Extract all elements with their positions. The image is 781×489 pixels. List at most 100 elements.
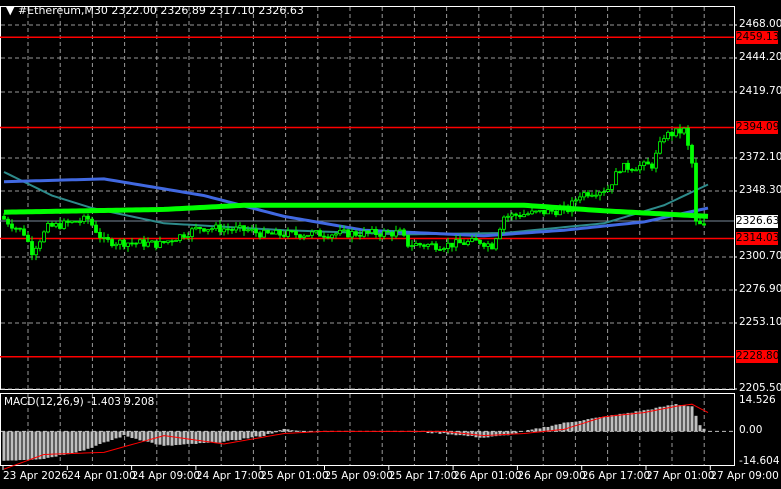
macd-histogram-bar	[666, 405, 670, 432]
symbol-label: #Ethereum,M30	[17, 4, 108, 17]
candle-body	[274, 230, 278, 235]
candle-body	[430, 243, 434, 246]
candle-body	[306, 234, 310, 237]
candle-body	[58, 223, 62, 229]
level-price-tag: 2228.80	[736, 350, 780, 364]
candle-body	[150, 240, 154, 243]
candle-body	[406, 234, 410, 247]
candle-body	[390, 231, 394, 237]
time-axis-label: 25 Apr 01:00	[260, 470, 329, 482]
ohlc-open: 2322.00	[111, 4, 157, 17]
candle-body	[214, 224, 218, 230]
macd-histogram-bar	[530, 429, 534, 432]
candle-body	[630, 169, 634, 171]
candle-body	[414, 243, 418, 246]
candle-body	[606, 189, 610, 192]
macd-histogram-bar	[106, 431, 110, 442]
candle-body	[622, 162, 626, 173]
candle-body	[310, 231, 314, 236]
macd-histogram-bar	[526, 429, 530, 432]
candle-body	[398, 229, 402, 232]
price-axis-label: 2468.00	[739, 18, 781, 30]
candle-body	[102, 237, 106, 239]
candle-body	[614, 171, 618, 186]
candle-body	[342, 229, 346, 232]
candle-body	[82, 215, 86, 222]
macd-histogram-bar	[78, 431, 82, 451]
macd-histogram-bar	[234, 431, 238, 441]
macd-histogram-bar	[266, 431, 270, 434]
candle-body	[158, 240, 162, 248]
candle-body	[374, 229, 378, 236]
candle-body	[242, 225, 246, 231]
macd-axis-label: 0.00	[739, 424, 763, 437]
macd-histogram-bar	[50, 431, 54, 458]
candle-body	[66, 220, 70, 223]
candle-body	[674, 128, 678, 137]
candle-body	[698, 220, 702, 225]
macd-histogram-bar	[194, 431, 198, 444]
macd-histogram-bar	[578, 420, 582, 432]
candle-body	[42, 231, 46, 243]
chart-canvas[interactable]	[0, 0, 781, 489]
candle-body	[350, 231, 354, 238]
macd-histogram-bar	[582, 420, 586, 432]
candle-body	[54, 223, 58, 227]
candle-body	[30, 241, 34, 256]
macd-histogram-bar	[210, 431, 214, 443]
time-axis-label: 27 Apr 01:00	[646, 470, 715, 482]
candle-body	[522, 214, 526, 218]
macd-histogram-bar	[682, 405, 686, 432]
candle-body	[50, 223, 54, 227]
candle-body	[98, 232, 102, 239]
macd-histogram-bar	[94, 431, 98, 446]
candle-body	[594, 194, 598, 197]
candle-body	[462, 242, 466, 245]
candle-body	[510, 213, 514, 217]
candle-body	[434, 243, 438, 250]
macd-histogram-bar	[566, 422, 570, 432]
candle-body	[422, 244, 426, 247]
candle-body	[114, 243, 118, 247]
macd-histogram-bar	[254, 431, 258, 437]
candle-body	[10, 223, 14, 229]
time-axis-label: 26 Apr 01:00	[453, 470, 522, 482]
macd-histogram-bar	[294, 430, 298, 432]
candle-body	[554, 210, 558, 216]
candle-body	[370, 229, 374, 234]
candle-body	[654, 152, 658, 169]
candle-body	[474, 238, 478, 241]
candle-body	[362, 230, 366, 237]
macd-histogram-bar	[174, 431, 178, 446]
macd-histogram-bar	[470, 431, 474, 436]
macd-histogram-bar	[486, 431, 490, 438]
candle-body	[662, 138, 666, 143]
candle-body	[278, 230, 282, 236]
macd-histogram-bar	[10, 431, 14, 461]
macd-histogram-bar	[610, 415, 614, 432]
collapse-triangle-icon[interactable]: ▼	[6, 4, 14, 17]
candle-body	[586, 192, 590, 197]
candle-body	[142, 239, 146, 247]
candle-body	[642, 161, 646, 166]
macd-histogram-bar	[602, 416, 606, 432]
macd-histogram-bar	[662, 406, 666, 432]
candle-body	[198, 226, 202, 230]
candle-body	[466, 241, 470, 245]
macd-histogram-bar	[54, 431, 58, 457]
macd-histogram-bar	[206, 431, 210, 443]
macd-histogram-bar	[6, 431, 10, 461]
macd-histogram-bar	[514, 431, 518, 434]
candle-body	[534, 210, 538, 213]
candle-body	[458, 239, 462, 244]
ohlc-high: 2326.89	[160, 4, 206, 17]
chart-window[interactable]: ▼ #Ethereum,M30 2322.00 2326.89 2317.10 …	[0, 0, 781, 489]
macd-histogram-bar	[670, 405, 674, 432]
price-axis-label: 2253.10	[739, 315, 781, 328]
candle-body	[86, 215, 90, 220]
candle-body	[602, 191, 606, 193]
candle-body	[618, 171, 622, 174]
macd-histogram-bar	[278, 430, 282, 432]
candle-body	[542, 209, 546, 215]
macd-histogram-bar	[574, 421, 578, 432]
